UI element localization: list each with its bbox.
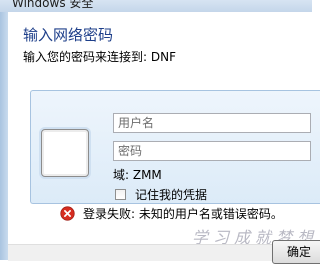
button-bar [8, 244, 312, 261]
window-title: Windows 安全 [12, 0, 94, 10]
ok-button[interactable]: 确定 [272, 240, 320, 264]
checkbox-box[interactable] [115, 188, 126, 200]
window-border [0, 12, 8, 260]
password-input[interactable] [113, 141, 311, 161]
error-icon [60, 205, 75, 221]
credential-panel: 域: ZMM 记住我的凭据 [30, 90, 320, 204]
domain-label: 域: ZMM [113, 168, 162, 182]
error-text: 登录失败: 未知的用户名或错误密码。 [83, 206, 283, 221]
error-message-row: 登录失败: 未知的用户名或错误密码。 [60, 204, 283, 222]
remember-label: 记住我的凭据 [135, 187, 208, 202]
dialog-content: 输入网络密码 输入您的密码来连接到: DNF 域: ZMM 记住我的凭据 登录失… [8, 12, 320, 261]
dialog-subtext: 输入您的密码来连接到: DNF [23, 50, 176, 64]
windows-security-dialog: Windows 安全 输入网络密码 输入您的密码来连接到: DNF 域: ZMM… [0, 0, 320, 264]
user-tile-icon [41, 129, 89, 177]
dialog-heading: 输入网络密码 [23, 26, 114, 44]
title-bar: Windows 安全 [0, 0, 312, 12]
username-input[interactable] [113, 113, 311, 133]
remember-credentials-checkbox[interactable]: 记住我的凭据 [115, 186, 207, 202]
